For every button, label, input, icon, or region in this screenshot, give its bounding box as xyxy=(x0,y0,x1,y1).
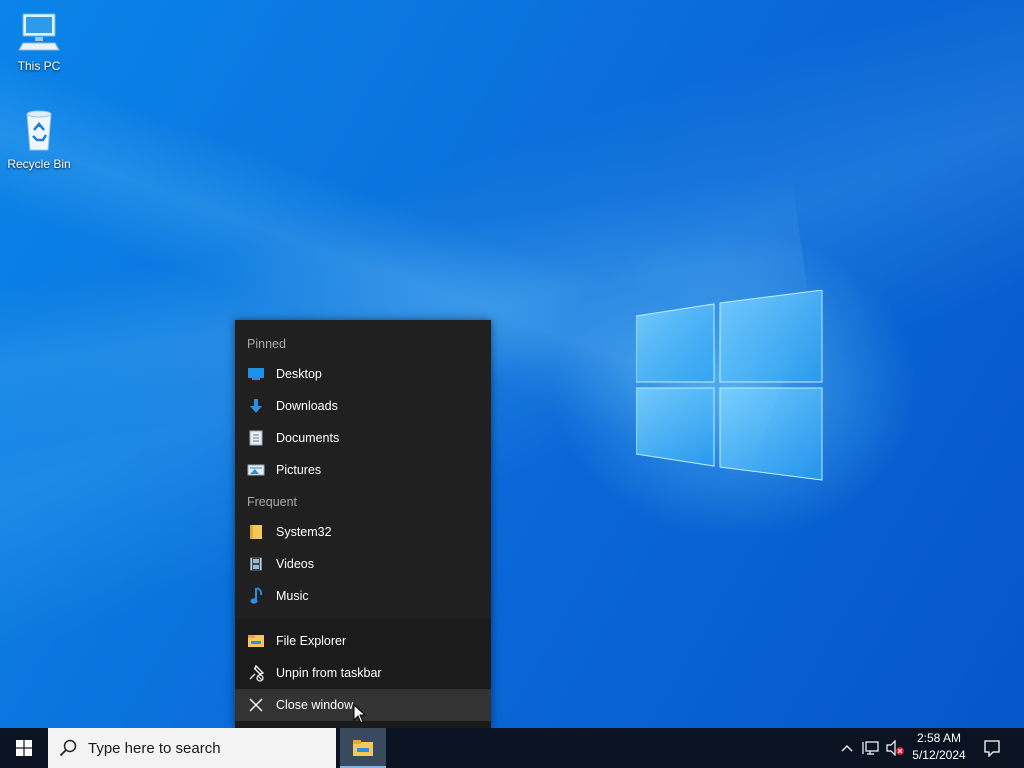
file-explorer-icon xyxy=(353,740,373,756)
jumplist-item-documents[interactable]: Documents xyxy=(235,422,491,454)
action-center-button[interactable] xyxy=(980,728,1004,768)
document-icon xyxy=(247,429,265,447)
jumplist-item-pictures[interactable]: Pictures xyxy=(235,454,491,486)
desktop-background: This PC Recycle Bin xyxy=(0,0,1024,728)
jumplist-item-label: Desktop xyxy=(276,367,322,381)
desktop-icon-recycle-bin[interactable]: Recycle Bin xyxy=(1,108,77,171)
jumplist-item-label: System32 xyxy=(276,525,332,539)
recycle-bin-label: Recycle Bin xyxy=(7,157,71,171)
jumplist-item-system32[interactable]: System32 xyxy=(235,516,491,548)
pinned-header: Pinned xyxy=(247,337,286,351)
taskbar-search-box[interactable]: Type here to search xyxy=(48,728,336,768)
clock-time: 2:58 AM xyxy=(916,731,962,745)
film-icon xyxy=(247,555,265,573)
download-arrow-icon xyxy=(247,397,265,415)
mouse-cursor-icon xyxy=(353,704,367,724)
jumplist-item-desktop[interactable]: Desktop xyxy=(235,358,491,390)
chevron-up-icon xyxy=(841,745,853,752)
search-icon xyxy=(48,739,88,757)
jumplist-item-label: Close window xyxy=(276,698,354,712)
unpin-icon xyxy=(247,664,265,682)
show-hidden-icons-button[interactable] xyxy=(836,728,858,768)
jumplist-item-label: Videos xyxy=(276,557,314,571)
jumplist-item-label: Downloads xyxy=(276,399,338,413)
file-explorer-icon xyxy=(247,632,265,650)
network-icon xyxy=(862,741,879,755)
jumplist-item-label: Unpin from taskbar xyxy=(276,666,382,680)
close-icon xyxy=(247,696,265,714)
desktop-icon-this-pc[interactable]: This PC xyxy=(1,10,77,73)
taskbar: Type here to search 2:58 AM 5/12/2024 xyxy=(0,728,1024,768)
file-explorer-jump-list: Pinned Desktop Downloads Documents Pictu… xyxy=(235,320,491,728)
start-button[interactable] xyxy=(0,728,48,768)
jumplist-action-file-explorer[interactable]: File Explorer xyxy=(235,625,491,657)
jumplist-item-music[interactable]: Music xyxy=(235,580,491,612)
notification-icon xyxy=(984,740,1000,757)
taskbar-clock[interactable]: 2:58 AM 5/12/2024 xyxy=(900,730,978,766)
jumplist-item-downloads[interactable]: Downloads xyxy=(235,390,491,422)
recycle-bin-icon xyxy=(26,110,52,151)
music-note-icon xyxy=(247,587,265,605)
computer-icon xyxy=(18,13,60,51)
jumplist-item-label: Music xyxy=(276,589,309,603)
network-tray-button[interactable] xyxy=(860,728,882,768)
desktop-folder-icon xyxy=(247,365,265,383)
windows-start-icon xyxy=(16,740,32,756)
search-placeholder: Type here to search xyxy=(88,739,221,757)
jumplist-item-label: Pictures xyxy=(276,463,322,477)
taskbar-file-explorer-button[interactable] xyxy=(340,728,386,768)
frequent-header: Frequent xyxy=(247,495,298,509)
jumplist-item-label: File Explorer xyxy=(276,634,347,648)
jumplist-action-unpin[interactable]: Unpin from taskbar xyxy=(235,657,491,689)
jumplist-item-label: Documents xyxy=(276,431,340,445)
clock-date: 5/12/2024 xyxy=(912,748,966,762)
folder-icon xyxy=(247,523,265,541)
windows-logo-wallpaper xyxy=(636,290,823,481)
jumplist-item-videos[interactable]: Videos xyxy=(235,548,491,580)
pictures-icon xyxy=(247,461,265,479)
this-pc-label: This PC xyxy=(17,59,61,73)
